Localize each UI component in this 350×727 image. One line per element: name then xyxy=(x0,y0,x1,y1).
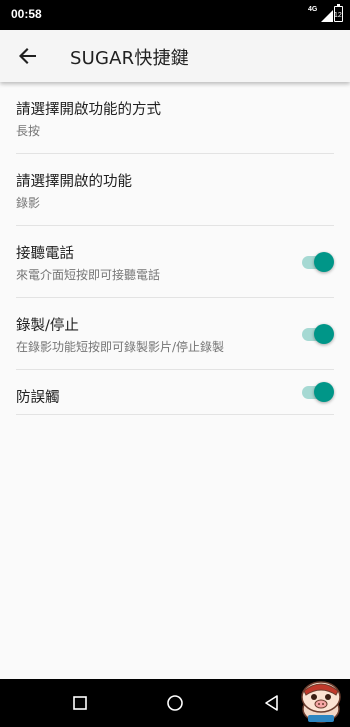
setting-title: 請選擇開啟功能的方式 xyxy=(16,102,161,118)
setting-function[interactable]: 請選擇開啟的功能 錄影 xyxy=(16,154,334,226)
status-time: 00:58 xyxy=(11,7,42,21)
setting-activation-method[interactable]: 請選擇開啟功能的方式 長按 xyxy=(16,82,334,154)
answer-call-toggle[interactable] xyxy=(300,252,334,272)
app-bar: SUGAR快捷鍵 xyxy=(0,30,350,82)
record-stop-toggle[interactable] xyxy=(300,324,334,344)
home-icon[interactable] xyxy=(165,693,185,713)
anti-mistouch-toggle[interactable] xyxy=(300,382,334,402)
setting-title: 請選擇開啟的功能 xyxy=(16,174,132,190)
battery-icon: 12 xyxy=(334,4,343,22)
network-type-label: 4G xyxy=(308,6,318,13)
setting-summary: 長按 xyxy=(16,124,41,138)
setting-summary: 來電介面短按即可接聽電話 xyxy=(16,268,161,282)
setting-record-stop[interactable]: 錄製/停止 在錄影功能短按即可錄製影片/停止錄製 xyxy=(16,298,334,370)
battery-level: 12 xyxy=(334,12,342,19)
mascot-watermark-icon xyxy=(301,681,341,723)
settings-list: 請選擇開啟功能的方式 長按 請選擇開啟的功能 錄影 接聽電話 來電介面短按即可接… xyxy=(0,82,350,415)
setting-title: 防誤觸 xyxy=(16,390,60,406)
page-title: SUGAR快捷鍵 xyxy=(70,48,189,69)
setting-answer-call[interactable]: 接聽電話 來電介面短按即可接聽電話 xyxy=(16,226,334,298)
signal-icon xyxy=(321,10,333,22)
status-bar: 00:58 4G 12 xyxy=(0,0,350,30)
arrow-back-icon xyxy=(19,48,36,64)
setting-summary: 在錄影功能短按即可錄製影片/停止錄製 xyxy=(16,340,225,354)
nav-back-icon[interactable] xyxy=(262,693,282,713)
setting-title: 接聽電話 xyxy=(16,246,74,262)
setting-title: 錄製/停止 xyxy=(16,318,79,334)
setting-summary: 錄影 xyxy=(16,196,41,210)
recents-icon[interactable] xyxy=(70,693,90,713)
setting-anti-mistouch[interactable]: 防誤觸 xyxy=(16,370,334,415)
back-button[interactable] xyxy=(10,38,46,74)
